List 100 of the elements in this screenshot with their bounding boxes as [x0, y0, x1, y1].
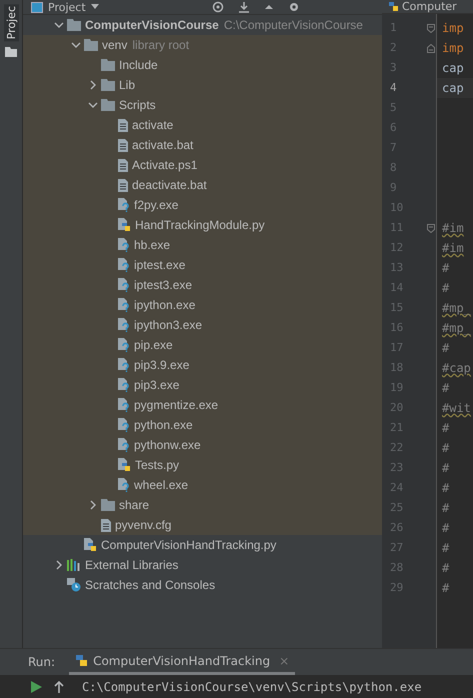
- code-text: imp: [442, 21, 464, 35]
- code-text: #im: [442, 221, 464, 235]
- tree-row[interactable]: pythonw.exe: [23, 435, 382, 455]
- tree-item-label[interactable]: pip3.exe: [134, 378, 180, 392]
- unknown-file-icon: [118, 418, 130, 432]
- panel-title[interactable]: Project: [48, 0, 86, 14]
- tree-row[interactable]: hb.exe: [23, 235, 382, 255]
- text-file-icon: [118, 118, 128, 132]
- tree-item-label[interactable]: iptest3.exe: [134, 278, 192, 292]
- chevron-icon[interactable]: [54, 20, 64, 30]
- code-text: #wit: [442, 401, 471, 415]
- chevron-icon[interactable]: [88, 500, 98, 510]
- folder-icon: [101, 79, 115, 91]
- tree-row[interactable]: pygmentize.exe: [23, 395, 382, 415]
- locate-icon[interactable]: [212, 1, 224, 13]
- tree-item-label[interactable]: venv: [102, 38, 128, 52]
- tree-row[interactable]: iptest3.exe: [23, 275, 382, 295]
- tree-row[interactable]: share: [23, 495, 382, 515]
- tree-row[interactable]: pip3.exe: [23, 375, 382, 395]
- console-output: C:\ComputerVisionCourse\venv\Scripts\python.exe: [82, 680, 422, 694]
- tree-item-label[interactable]: ComputerVisionCourse: [85, 18, 219, 32]
- tree-row[interactable]: pip.exe: [23, 335, 382, 355]
- tree-row[interactable]: Include: [23, 55, 382, 75]
- tree-item-label[interactable]: pyvenv.cfg: [115, 518, 172, 532]
- download-icon[interactable]: [238, 1, 250, 13]
- tree-row[interactable]: Scripts: [23, 95, 382, 115]
- tree-row[interactable]: wheel.exe: [23, 475, 382, 495]
- text-file-icon: [101, 518, 111, 532]
- tree-row[interactable]: ComputerVisionCourse C:\ComputerVisionCourse: [23, 15, 382, 35]
- project-tool-tab[interactable]: Projec: [4, 4, 18, 42]
- collapse-icon[interactable]: [264, 3, 274, 11]
- tree-row[interactable]: venv library root: [23, 35, 382, 55]
- panel-icon: [31, 2, 43, 12]
- code-text: #: [442, 281, 450, 295]
- tree-item-label[interactable]: ipython3.exe: [134, 318, 202, 332]
- tree-row[interactable]: python.exe: [23, 415, 382, 435]
- settings-icon[interactable]: [288, 1, 300, 13]
- tree-item-label[interactable]: Include: [119, 58, 158, 72]
- tree-item-label[interactable]: activate: [132, 118, 174, 132]
- tree-row[interactable]: f2py.exe: [23, 195, 382, 215]
- tree-row[interactable]: Scratches and Consoles: [23, 575, 382, 595]
- tree-item-label[interactable]: HandTrackingModule.py: [135, 218, 265, 232]
- tree-row[interactable]: Tests.py: [23, 455, 382, 475]
- tree-item-label[interactable]: External Libraries: [85, 558, 178, 572]
- chevron-icon[interactable]: [88, 80, 98, 90]
- tree-row[interactable]: pip3.9.exe: [23, 355, 382, 375]
- code-text: #: [442, 541, 450, 555]
- code-text: #: [442, 341, 450, 355]
- tree-item-label[interactable]: f2py.exe: [134, 198, 178, 212]
- editor-tab[interactable]: Computer: [382, 0, 473, 14]
- tree-item-label[interactable]: Scratches and Consoles: [85, 578, 216, 592]
- fold-icon[interactable]: [426, 224, 434, 232]
- tree-row[interactable]: Activate.ps1: [23, 155, 382, 175]
- tree-item-label[interactable]: pip3.9.exe: [134, 358, 190, 372]
- code-text: cap: [442, 81, 464, 95]
- folder-icon: [84, 39, 98, 51]
- tree-item-label[interactable]: iptest.exe: [134, 258, 186, 272]
- chevron-icon[interactable]: [71, 40, 81, 50]
- tree-row[interactable]: activate: [23, 115, 382, 135]
- python-file-icon: [118, 218, 131, 232]
- tree-item-label[interactable]: ipython.exe: [134, 298, 196, 312]
- tree-row[interactable]: iptest.exe: [23, 255, 382, 275]
- tree-item-label[interactable]: Tests.py: [135, 458, 180, 472]
- tree-row[interactable]: HandTrackingModule.py: [23, 215, 382, 235]
- tree-row[interactable]: pyvenv.cfg: [23, 515, 382, 535]
- tree-item-label[interactable]: deactivate.bat: [132, 178, 207, 192]
- tree-item-label[interactable]: share: [119, 498, 150, 512]
- tree-item-label[interactable]: activate.bat: [132, 138, 194, 152]
- unknown-file-icon: [118, 438, 130, 452]
- chevron-icon[interactable]: [88, 100, 98, 110]
- tree-row[interactable]: Lib: [23, 75, 382, 95]
- tree-row[interactable]: External Libraries: [23, 555, 382, 575]
- fold-icon[interactable]: [426, 44, 434, 52]
- line-number: 4: [389, 80, 398, 96]
- tree-row[interactable]: ComputerVisionHandTracking.py: [23, 535, 382, 555]
- fold-icon[interactable]: [426, 24, 434, 32]
- tree-row[interactable]: ipython3.exe: [23, 315, 382, 335]
- tree-item-label[interactable]: ComputerVisionHandTracking.py: [101, 538, 276, 552]
- tree-item-label[interactable]: wheel.exe: [134, 478, 188, 492]
- tree-item-label[interactable]: pip.exe: [134, 338, 173, 352]
- tree-item-label[interactable]: Activate.ps1: [132, 158, 198, 172]
- caret-icon[interactable]: [90, 4, 99, 10]
- tree-item-label[interactable]: python.exe: [134, 418, 193, 432]
- tree-item-label[interactable]: pygmentize.exe: [134, 398, 218, 412]
- tree-item-label[interactable]: hb.exe: [134, 238, 170, 252]
- tree-item-label[interactable]: Lib: [119, 78, 136, 92]
- tree-item-label[interactable]: Scripts: [119, 98, 156, 112]
- tree-row[interactable]: activate.bat: [23, 135, 382, 155]
- item-hint: library root: [132, 38, 190, 52]
- run-label: Run:: [28, 655, 56, 669]
- code-text: #: [442, 261, 450, 275]
- code-text: #: [442, 461, 450, 475]
- tree-item-label[interactable]: pythonw.exe: [134, 438, 201, 452]
- tree-row[interactable]: ipython.exe: [23, 295, 382, 315]
- up-arrow-icon[interactable]: [54, 680, 64, 692]
- tree-row[interactable]: deactivate.bat: [23, 175, 382, 195]
- code-text: #: [442, 501, 450, 515]
- python-icon: [75, 654, 88, 667]
- run-icon[interactable]: [30, 680, 42, 692]
- chevron-icon[interactable]: [54, 560, 64, 570]
